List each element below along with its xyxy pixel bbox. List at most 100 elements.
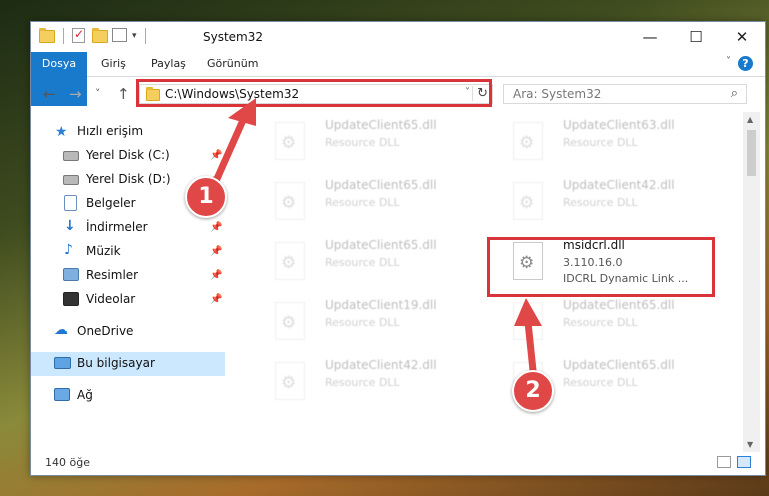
file-type: Resource DLL [325,196,400,209]
sidebar-item-quick-access[interactable]: ★ Hızlı erişim [31,120,225,144]
recent-locations-chevron-icon[interactable]: ˅ [95,87,101,100]
status-bar: 140 öğe [31,451,765,475]
sidebar-item-label: Hızlı erişim [77,124,144,138]
sidebar-item-music[interactable]: ♪ Müzik 📌 [31,240,225,264]
file-type: Resource DLL [563,376,638,389]
scroll-down-icon[interactable]: ▼ [747,440,753,449]
pictures-icon [63,268,79,284]
scrollbar-thumb[interactable] [747,130,756,176]
dll-file-icon [275,362,305,400]
drive-icon [63,174,79,190]
download-icon: ↓ [64,218,76,234]
sidebar-item-local-disk-c[interactable]: Yerel Disk (C:) 📌 [31,144,225,168]
highlight-msidcrl-file [487,237,715,297]
search-icon[interactable]: ⌕ [731,86,738,101]
file-type: Resource DLL [325,256,400,269]
sidebar-item-this-pc[interactable]: Bu bilgisayar [31,352,225,376]
file-name: UpdateClient42.dll [563,178,675,192]
expand-ribbon-chevron-icon[interactable]: ˅ [726,56,731,67]
sidebar-item-label: Resimler [86,268,139,282]
sidebar-item-downloads[interactable]: ↓ İndirmeler 📌 [31,216,225,240]
computer-icon [54,357,71,373]
music-icon: ♪ [64,242,73,258]
pin-icon[interactable]: 📌 [210,246,222,257]
pin-icon[interactable]: 📌 [210,150,222,161]
highlight-address-bar [136,79,492,107]
file-item[interactable]: UpdateClient42.dll Resource DLL [489,174,709,228]
file-type: Resource DLL [563,316,638,329]
file-item[interactable]: UpdateClient65.dll Resource DLL [251,114,471,168]
window-title: System32 [203,30,264,44]
sidebar-item-pictures[interactable]: Resimler 📌 [31,264,225,288]
dll-file-icon [513,302,543,340]
pin-icon[interactable]: 📌 [210,270,222,281]
file-type: Resource DLL [325,376,400,389]
file-item[interactable]: UpdateClient63.dll Resource DLL [489,114,709,168]
sidebar-item-label: Yerel Disk (D:) [86,172,171,186]
vertical-scrollbar[interactable]: ▲ ▼ [743,112,760,452]
back-button[interactable]: ← [43,85,56,103]
file-name: UpdateClient65.dll [563,358,675,372]
toolbar-divider [144,28,146,44]
tab-paylas[interactable]: Paylaş [151,52,186,76]
star-icon: ★ [55,124,68,140]
dll-file-icon [275,182,305,220]
file-item[interactable]: UpdateClient65.dll Resource DLL [489,294,709,348]
quick-access-toolbar: ▾ [39,27,150,44]
maximize-button[interactable]: ☐ [673,22,719,52]
sidebar-item-onedrive[interactable]: ☁ OneDrive [31,320,225,344]
file-name: UpdateClient63.dll [563,118,675,132]
properties-check-icon[interactable] [72,27,88,44]
file-type: Resource DLL [563,136,638,149]
search-placeholder: Ara: System32 [513,87,602,101]
forward-button[interactable]: → [69,85,82,103]
pin-icon[interactable]: 📌 [210,222,222,233]
tab-gorunum[interactable]: Görünüm [207,52,258,76]
search-input[interactable]: Ara: System32 ⌕ [503,84,747,104]
item-count: 140 öğe [45,456,90,469]
cloud-icon: ☁ [54,322,68,338]
file-name: UpdateClient42.dll [325,358,437,372]
minimize-button[interactable]: — [627,22,673,52]
new-folder-icon[interactable] [92,28,108,44]
file-item[interactable]: UpdateClient65.dll Resource DLL [251,174,471,228]
file-item[interactable]: UpdateClient65.dll Resource DLL [251,234,471,288]
up-button[interactable]: ↑ [117,85,130,103]
scroll-up-icon[interactable]: ▲ [747,115,753,124]
file-type: Resource DLL [325,316,400,329]
sidebar-item-videos[interactable]: Videolar 📌 [31,288,225,312]
dll-file-icon [275,302,305,340]
pin-icon[interactable]: 📌 [210,294,222,305]
file-name: UpdateClient65.dll [325,238,437,252]
sidebar-item-network[interactable]: Ağ [31,384,225,408]
dll-file-icon [513,182,543,220]
toolbar-divider [63,28,64,44]
help-icon[interactable]: ? [738,56,753,71]
step-2-badge: 2 [512,370,554,412]
step-1-badge: 1 [185,176,227,218]
folder-icon[interactable] [39,28,55,44]
drive-icon [63,150,79,166]
dll-file-icon [275,242,305,280]
file-item[interactable]: UpdateClient42.dll Resource DLL [251,354,471,408]
sidebar-item-label: Belgeler [86,196,136,210]
file-name: UpdateClient65.dll [325,178,437,192]
title-bar: ▾ System32 — ☐ ✕ [31,22,765,52]
window-controls: — ☐ ✕ [627,22,765,52]
tab-giris[interactable]: Giriş [101,52,126,76]
sidebar-item-label: OneDrive [77,324,134,338]
dll-file-icon [513,122,543,160]
network-icon [54,388,70,404]
details-view-icon[interactable] [717,456,731,468]
file-type: Resource DLL [325,136,400,149]
file-item[interactable]: UpdateClient19.dll Resource DLL [251,294,471,348]
sidebar-item-label: Ağ [77,388,93,402]
sidebar-item-label: Müzik [86,244,121,258]
customize-toolbar-chevron-icon[interactable]: ▾ [132,31,137,41]
videos-icon [63,292,79,308]
file-name: UpdateClient65.dll [563,298,675,312]
close-button[interactable]: ✕ [719,22,765,52]
sidebar-item-label: İndirmeler [86,220,148,234]
tiles-view-icon[interactable] [737,456,751,468]
properties-icon[interactable] [112,28,128,44]
